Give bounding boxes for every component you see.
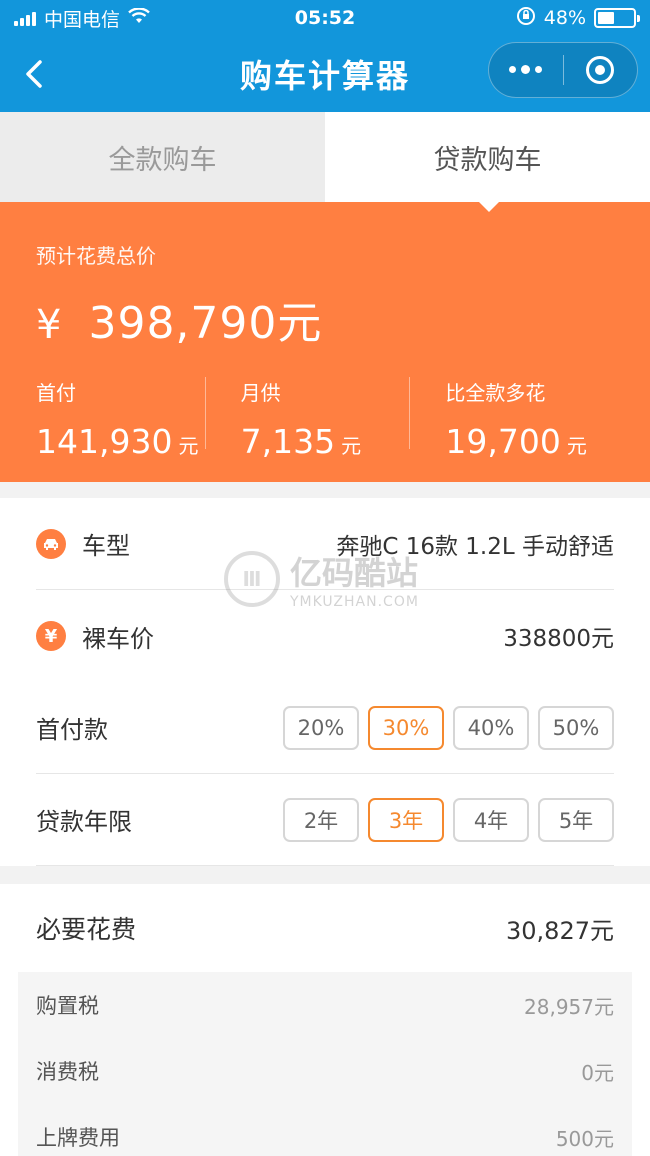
currency-symbol: ¥ — [36, 302, 63, 348]
list-item: 上牌费用 500元 — [36, 1104, 614, 1156]
loan-years-option[interactable]: 2年 — [283, 797, 359, 842]
total-amount: ¥ 398,790元 — [36, 287, 614, 351]
fee-label: 消费税 — [36, 1060, 99, 1084]
active-tab-indicator — [478, 201, 500, 212]
back-button[interactable] — [16, 54, 56, 94]
tab-loan[interactable]: 贷款购车 — [325, 112, 650, 202]
down-ratio-options: 20% 30% 40% 50% — [283, 705, 614, 750]
signal-icon — [14, 10, 36, 26]
cost-summary: 预计花费总价 ¥ 398,790元 首付 141,930 元 月供 7,135 元 … — [0, 201, 650, 482]
close-miniprogram-button[interactable] — [564, 43, 638, 97]
more-dots-icon — [509, 65, 543, 74]
page-title: 购车计算器 — [239, 57, 410, 95]
list-item: 购置税 28,957元 — [36, 972, 614, 1038]
loan-years-options: 2年 3年 4年 5年 — [283, 797, 614, 842]
fee-label: 上牌费用 — [36, 1126, 120, 1150]
down-ratio-option[interactable]: 50% — [538, 705, 614, 750]
down-payment-unit: 元 — [178, 434, 199, 458]
down-ratio-option[interactable]: 20% — [283, 705, 359, 750]
down-payment-label: 首付 — [36, 381, 76, 405]
orientation-lock-icon — [516, 6, 536, 31]
extra-value: 19,700 — [445, 422, 561, 461]
monthly-value: 7,135 — [240, 422, 336, 461]
extra-unit: 元 — [566, 434, 587, 458]
total-label: 预计花费总价 — [36, 244, 156, 268]
loan-form: 车型 奔驰C 16款 1.2L 手动舒适 ¥ 裸车价 338800元 首付款 2… — [0, 498, 650, 866]
loan-years-option[interactable]: 4年 — [453, 797, 529, 842]
down-ratio-label: 首付款 — [36, 716, 108, 744]
battery-icon — [594, 8, 640, 28]
carrier-label: 中国电信 — [44, 8, 121, 31]
car-icon — [36, 528, 66, 559]
car-model-value: 奔驰C 16款 1.2L 手动舒适 — [336, 533, 614, 560]
fees-list: 购置税 28,957元 消费税 0元 上牌费用 500元 — [18, 972, 632, 1156]
bare-price-row[interactable]: ¥ 裸车价 338800元 — [36, 590, 614, 682]
car-model-row[interactable]: 车型 奔驰C 16款 1.2L 手动舒适 — [36, 498, 614, 590]
wifi-icon — [128, 7, 150, 29]
fees-header: 必要花费 30,827元 — [18, 884, 632, 972]
fee-label: 购置税 — [36, 994, 99, 1018]
monthly-unit: 元 — [341, 434, 362, 458]
purchase-mode-tabs: 全款购车 贷款购车 — [0, 112, 650, 202]
loan-years-row: 贷款年限 2年 3年 4年 5年 — [36, 774, 614, 866]
total-value: 398,790元 — [88, 298, 323, 349]
fees-total: 30,827元 — [506, 916, 614, 945]
battery-percent: 48% — [543, 7, 586, 29]
status-bar: 中国电信 05:52 48% — [0, 0, 650, 36]
target-circle-icon — [586, 56, 615, 84]
bare-price-label: 裸车价 — [82, 624, 154, 653]
fee-value: 0元 — [581, 1060, 614, 1085]
car-model-label: 车型 — [82, 532, 130, 560]
list-item: 消费税 0元 — [36, 1038, 614, 1104]
down-ratio-row: 首付款 20% 30% 40% 50% — [36, 682, 614, 774]
down-payment-stat: 首付 141,930 元 — [36, 377, 205, 461]
nav-bar: 购车计算器 — [0, 36, 650, 112]
chevron-left-icon — [26, 60, 42, 88]
loan-years-label: 贷款年限 — [36, 808, 132, 836]
bare-price-value: 338800元 — [503, 626, 614, 652]
down-payment-value: 141,930 — [36, 422, 173, 461]
fee-value: 500元 — [555, 1126, 614, 1151]
extra-label: 比全款多花 — [445, 381, 546, 405]
down-ratio-option[interactable]: 40% — [453, 705, 529, 750]
loan-years-option-selected[interactable]: 3年 — [368, 797, 444, 842]
down-ratio-option-selected[interactable]: 30% — [368, 705, 444, 750]
yen-icon: ¥ — [36, 621, 66, 651]
fees-title: 必要花费 — [36, 915, 137, 944]
mini-program-capsule — [488, 42, 638, 98]
monthly-payment-stat: 月供 7,135 元 — [204, 377, 410, 461]
tab-full-payment[interactable]: 全款购车 — [0, 112, 325, 202]
monthly-label: 月供 — [240, 381, 281, 405]
top-bar: 中国电信 05:52 48% 购车计算器 — [0, 0, 650, 112]
required-fees: 必要花费 30,827元 购置税 28,957元 消费税 0元 上牌费用 500… — [0, 884, 650, 1156]
more-button[interactable] — [489, 43, 563, 97]
extra-cost-stat: 比全款多花 19,700 元 — [409, 377, 614, 461]
loan-years-option[interactable]: 5年 — [538, 797, 614, 842]
fee-value: 28,957元 — [524, 994, 614, 1019]
